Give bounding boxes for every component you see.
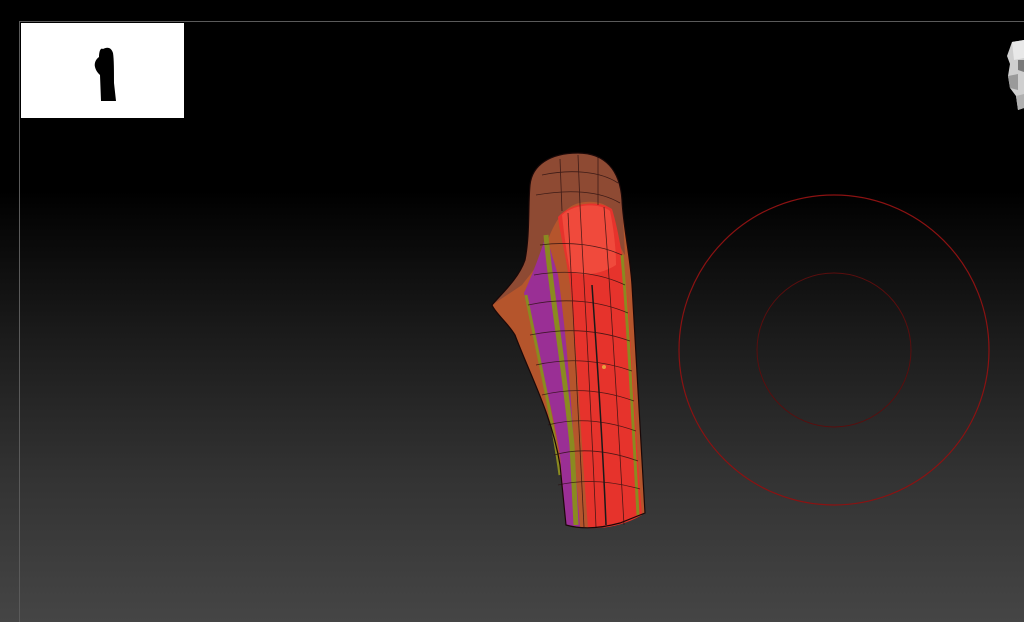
brush-radius-circles bbox=[678, 194, 990, 506]
head-orientation-icon[interactable] bbox=[1004, 38, 1024, 112]
polygroup-model[interactable] bbox=[480, 145, 660, 540]
viewport-frame-left bbox=[19, 21, 20, 622]
navigator-thumbnail[interactable] bbox=[21, 23, 184, 118]
model-silhouette-icon bbox=[94, 47, 116, 101]
viewport-frame-top bbox=[19, 21, 1024, 22]
